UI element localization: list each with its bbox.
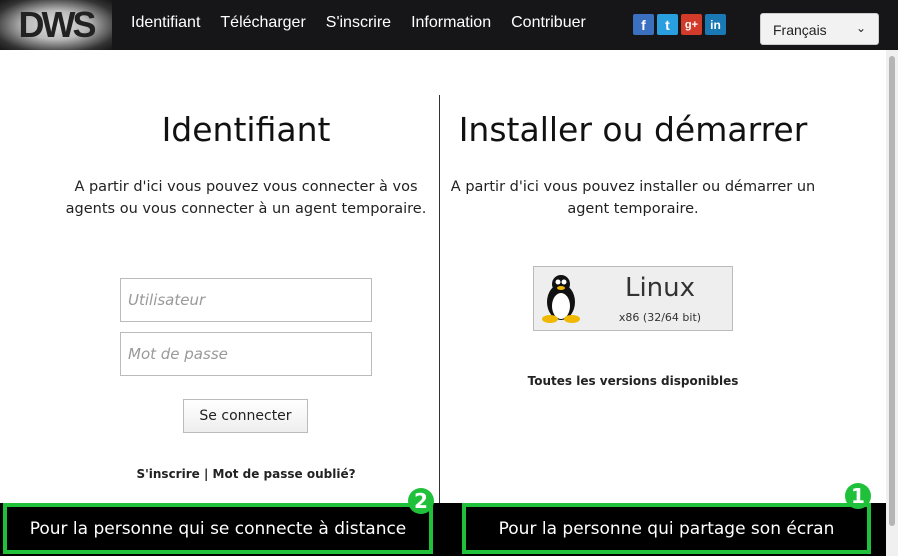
nav-sinscrire[interactable]: S'inscrire (326, 14, 391, 32)
dws-logo[interactable]: DWS (0, 0, 112, 50)
username-input[interactable]: Utilisateur (120, 278, 372, 322)
annotation-badge-2: 2 (408, 488, 434, 514)
annotation-screen-sharer: Pour la personne qui partage son écran (462, 503, 871, 554)
annotation-badge-1: 1 (845, 483, 871, 509)
forgot-password-link[interactable]: Mot de passe oublié? (213, 467, 356, 481)
register-link[interactable]: S'inscrire (136, 467, 199, 481)
column-divider (439, 95, 440, 505)
connect-button[interactable]: Se connecter (183, 399, 308, 433)
linux-arch: x86 (32/64 bit) (618, 311, 702, 324)
google-plus-icon[interactable]: g+ (681, 14, 702, 35)
all-versions-link[interactable]: Toutes les versions disponibles (446, 374, 820, 388)
annotation-remote-user: Pour la personne qui se connecte à dista… (3, 503, 433, 554)
login-title: Identifiant (161, 110, 331, 149)
facebook-icon[interactable]: f (633, 14, 654, 35)
language-value: Français (773, 22, 827, 38)
twitter-icon[interactable]: t (657, 14, 678, 35)
linkedin-icon[interactable]: in (705, 14, 726, 35)
nav-identifiant[interactable]: Identifiant (131, 14, 200, 32)
top-navbar: DWS Identifiant Télécharger S'inscrire I… (0, 0, 898, 50)
install-title: Installer ou démarrer (458, 110, 808, 149)
password-input[interactable]: Mot de passe (120, 332, 372, 376)
nav-contribuer[interactable]: Contribuer (511, 14, 586, 32)
login-description: A partir d'ici vous pouvez vous connecte… (65, 179, 427, 217)
chevron-down-icon: ⌄ (855, 21, 866, 35)
linux-label: Linux (624, 273, 696, 303)
separator: | (203, 467, 209, 481)
scrollbar[interactable] (886, 50, 898, 556)
install-description: A partir d'ici vous pouvez installer ou … (450, 179, 816, 217)
tux-icon (542, 275, 580, 323)
language-select[interactable]: Français ⌄ (760, 13, 879, 45)
scrollbar-thumb[interactable] (889, 56, 895, 526)
nav-information[interactable]: Information (411, 14, 491, 32)
linux-download-button[interactable]: Linux x86 (32/64 bit) (533, 266, 733, 331)
nav-telecharger[interactable]: Télécharger (220, 14, 305, 32)
